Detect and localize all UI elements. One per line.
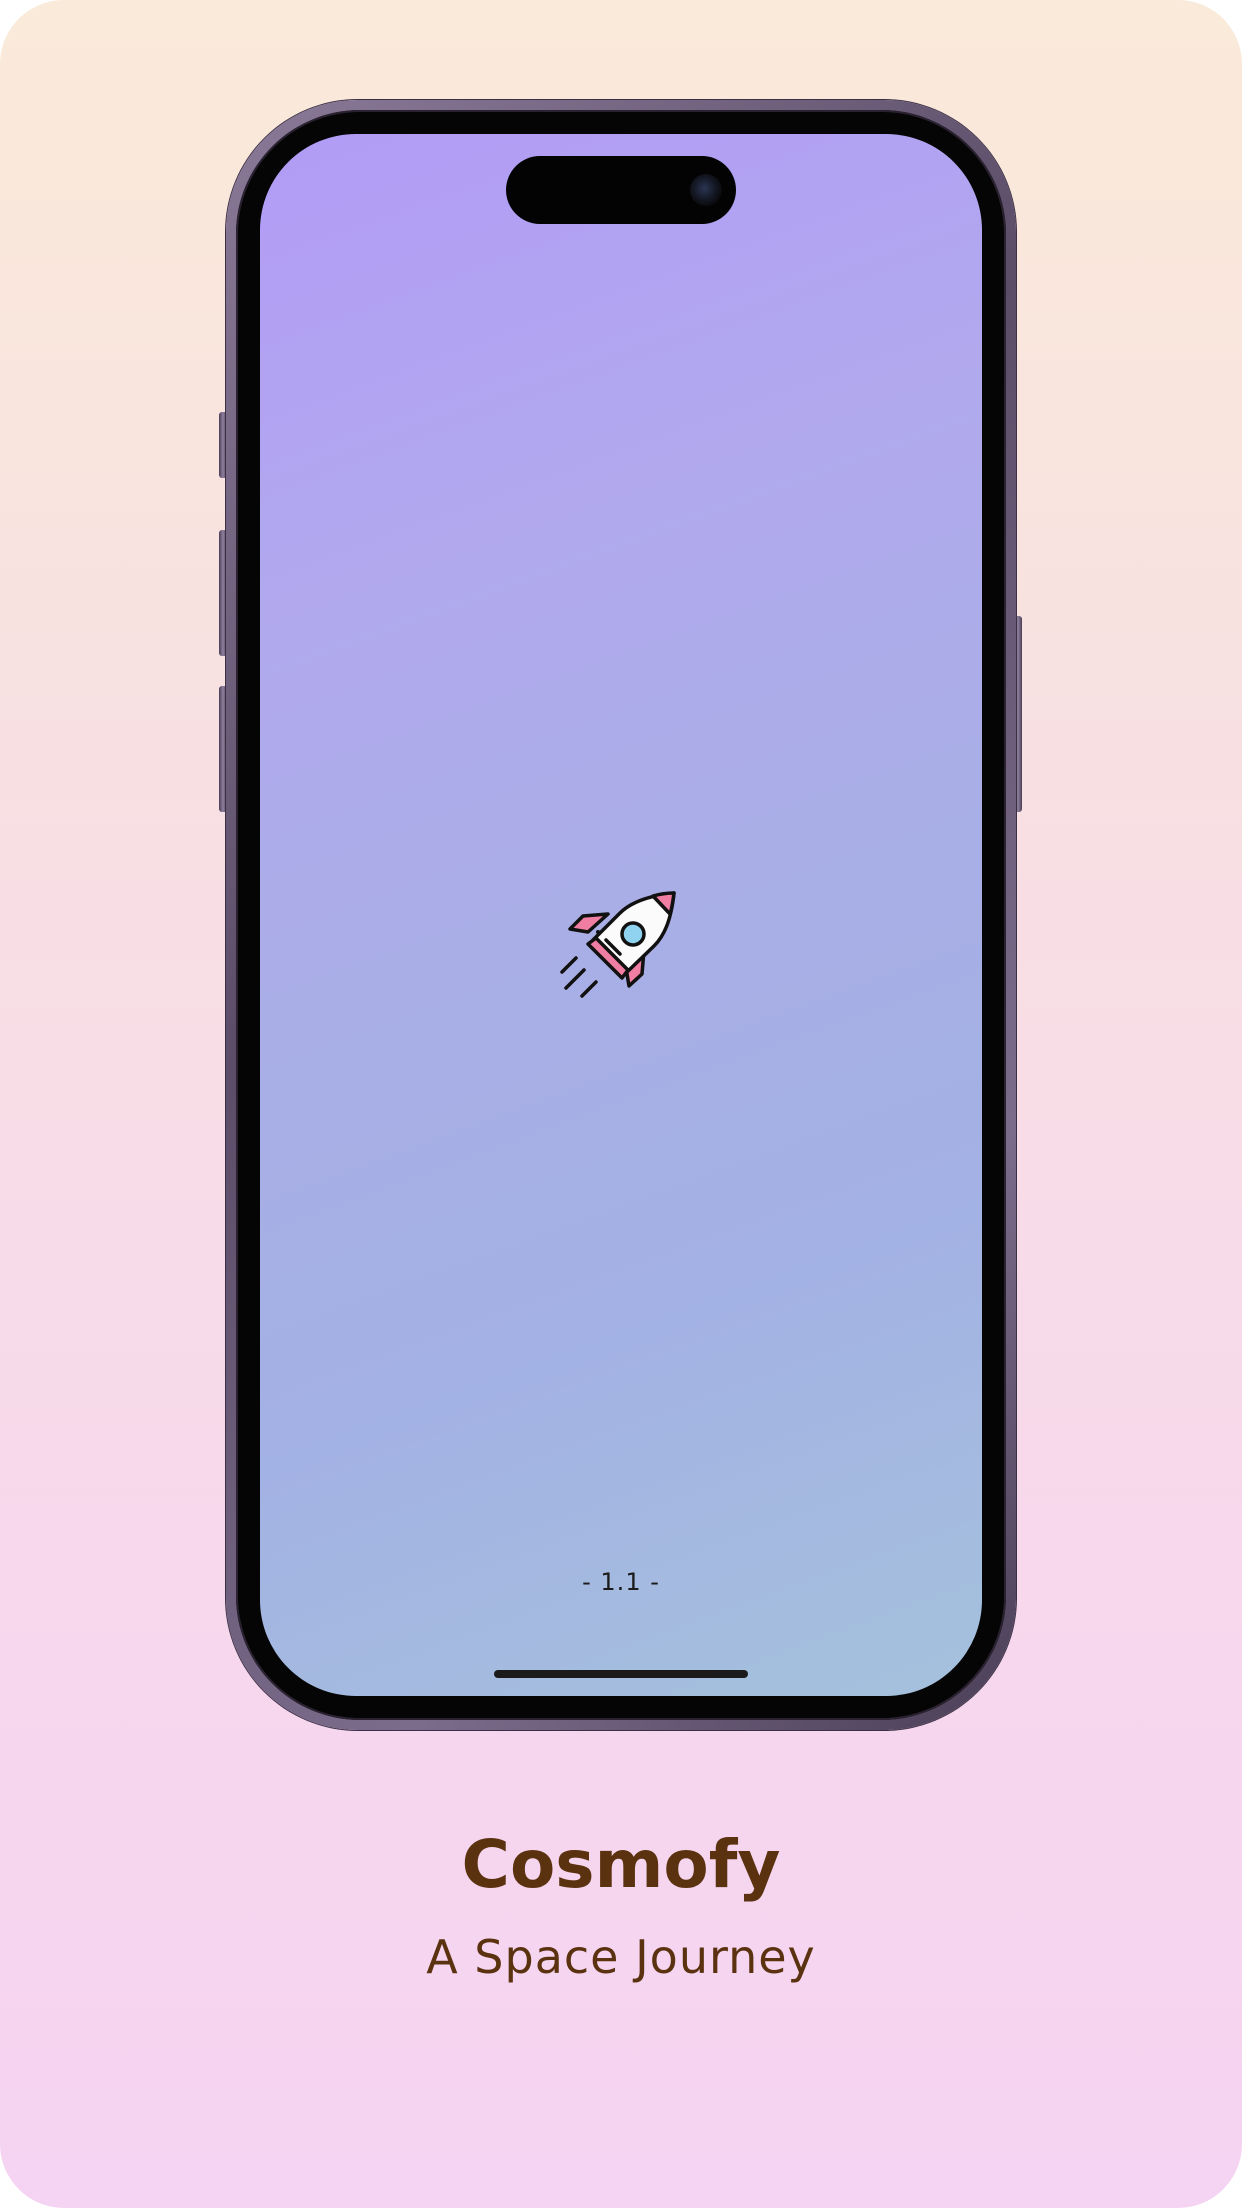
rocket-icon [558, 874, 686, 1002]
app-tagline: A Space Journey [426, 1930, 816, 1984]
home-indicator[interactable] [494, 1670, 748, 1678]
app-store-preview-card: - 1.1 - Cosmofy A Space Journey [0, 0, 1242, 2208]
app-version-label: - 1.1 - [582, 1568, 660, 1596]
front-camera-icon [690, 174, 722, 206]
app-name-title: Cosmofy [461, 1826, 781, 1903]
dynamic-island [506, 156, 736, 224]
